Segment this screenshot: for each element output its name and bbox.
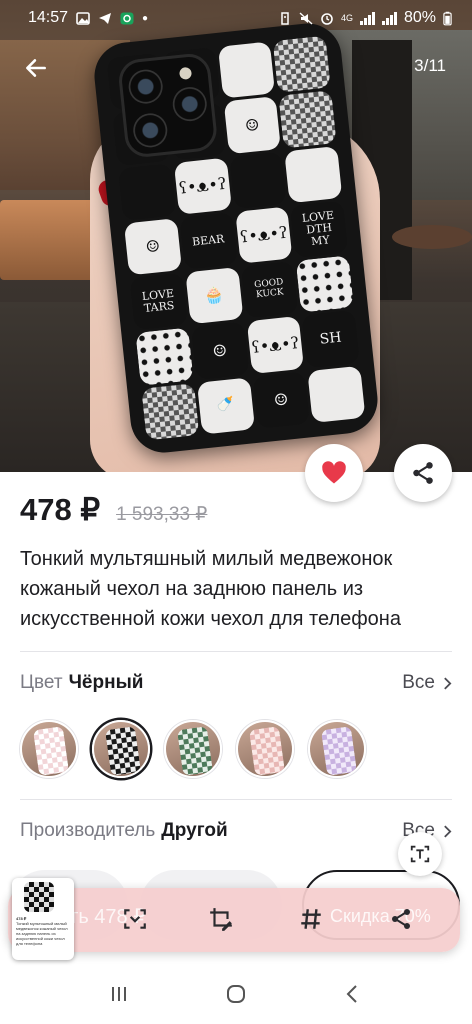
- swatch-purple[interactable]: [308, 720, 366, 778]
- back-button[interactable]: [20, 52, 52, 84]
- signal-icon: [381, 11, 397, 25]
- share-button[interactable]: [394, 444, 452, 502]
- manufacturer-row[interactable]: Производитель Другой Все: [20, 820, 452, 842]
- case-love-tars-text: LOVE TARS: [129, 272, 188, 331]
- color-all-link[interactable]: Все: [402, 672, 452, 694]
- camera-module: [116, 51, 219, 159]
- text-scan-button[interactable]: [398, 832, 442, 876]
- heart-icon: [322, 461, 346, 484]
- divider: [20, 799, 452, 800]
- color-label: Цвет: [20, 672, 63, 693]
- recents-icon: [111, 987, 126, 1001]
- share-icon: [392, 909, 410, 929]
- gallery-icon: [76, 11, 90, 25]
- back-nav-button[interactable]: [333, 974, 373, 1014]
- screenshot-toolbar: ить 478 ₽ Скидка 70% 478 ₽ Тонкий мультя…: [8, 878, 460, 960]
- battery-icon: [443, 11, 452, 25]
- screen: ☺ ʕ•ᴥ•ʔ ☺ BEAR ʕ•ᴥ•ʔ LOVE DTH MY LOVE TA…: [0, 0, 472, 1024]
- favorite-button[interactable]: [305, 444, 363, 502]
- swatch-pink-white[interactable]: [20, 720, 78, 778]
- divider: [20, 651, 452, 652]
- save-mode-icon: [281, 11, 289, 25]
- background-table: [392, 225, 472, 249]
- tag-button[interactable]: [294, 902, 328, 936]
- thumbnail-image: [24, 882, 54, 912]
- home-icon: [226, 985, 245, 1003]
- case-good-kuck-text: GOOD KUCK: [240, 261, 299, 319]
- share-screenshot-button[interactable]: [384, 902, 418, 936]
- product-title: Тонкий мультяшный милый медвежонок кожан…: [20, 548, 401, 630]
- case-bear-text: BEAR: [179, 212, 238, 270]
- clock: 14:57: [28, 9, 69, 26]
- dot-icon: ●: [142, 12, 149, 24]
- gallery-pager: 3/11: [414, 56, 446, 75]
- home-button[interactable]: [216, 974, 256, 1014]
- manufacturer-label: Производитель: [20, 820, 156, 841]
- alarm-icon: [321, 12, 333, 25]
- swatch-pink[interactable]: [236, 720, 294, 778]
- price: 478 ₽: [20, 492, 101, 527]
- price-row: 478 ₽ 1 593,33 ₽: [20, 492, 207, 528]
- swatch-green[interactable]: [164, 720, 222, 778]
- network-type: 4G: [340, 12, 353, 23]
- edit-crop-icon: [210, 908, 232, 931]
- edit-button[interactable]: [204, 902, 238, 936]
- color-row[interactable]: Цвет Чёрный Все: [20, 672, 452, 694]
- recent-apps-button[interactable]: [99, 974, 139, 1014]
- wifi-icon: [359, 11, 375, 25]
- arrow-left-icon: [26, 59, 46, 77]
- thumbnail-text: 478 ₽ Тонкий мультяшный милый медвежонок…: [16, 916, 68, 946]
- case-sh-text: SH: [301, 310, 360, 368]
- chevron-right-icon: [444, 824, 452, 838]
- scroll-capture-button[interactable]: [118, 902, 152, 936]
- telegram-icon: [99, 12, 112, 24]
- hashtag-icon: [301, 909, 321, 929]
- product-gallery-image[interactable]: ☺ ʕ•ᴥ•ʔ ☺ BEAR ʕ•ᴥ•ʔ LOVE DTH MY LOVE TA…: [0, 0, 472, 472]
- swatch-black-white[interactable]: [92, 720, 150, 778]
- color-value: Чёрный: [68, 672, 144, 693]
- manufacturer-value: Другой: [161, 820, 228, 841]
- old-price: 1 593,33 ₽: [116, 504, 208, 525]
- status-bar: 14:57 ● 4G 80%: [0, 0, 472, 36]
- chevron-right-icon: [444, 676, 452, 690]
- share-icon: [413, 462, 433, 484]
- phone-case: ☺ ʕ•ᴥ•ʔ ☺ BEAR ʕ•ᴥ•ʔ LOVE DTH MY LOVE TA…: [91, 20, 381, 456]
- expand-screenshot-icon: [124, 909, 146, 929]
- all-label: Все: [402, 672, 435, 693]
- system-navigation-bar: [0, 964, 472, 1024]
- case-love-text: LOVE DTH MY: [290, 200, 349, 259]
- text-scan-icon: [410, 845, 430, 863]
- color-swatches: [20, 720, 366, 778]
- screenshot-thumbnail[interactable]: 478 ₽ Тонкий мультяшный милый медвежонок…: [12, 878, 74, 960]
- mute-icon: [299, 11, 313, 25]
- chevron-left-icon: [346, 985, 358, 1003]
- app-icon: [120, 12, 134, 24]
- battery-level: 80%: [403, 9, 436, 26]
